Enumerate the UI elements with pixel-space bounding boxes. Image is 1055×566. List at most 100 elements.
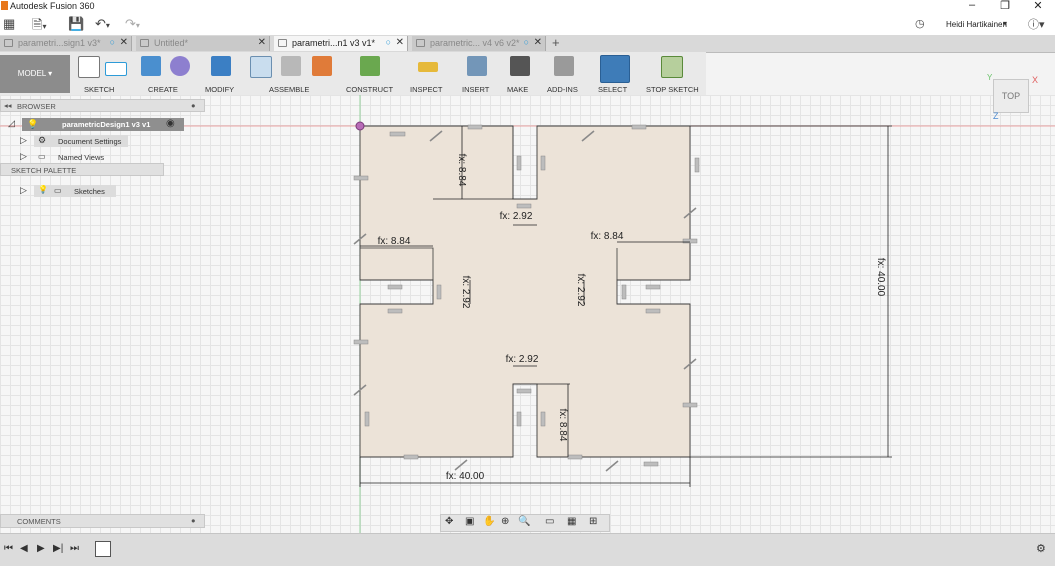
tab-label: parametri...n1 v3 v1*: [292, 38, 376, 48]
minimize-icon[interactable]: –: [962, 0, 982, 11]
viewports-icon[interactable]: ⊞: [589, 516, 597, 527]
maximize-icon[interactable]: ❐: [995, 0, 1015, 12]
scripts-addins-icon[interactable]: [554, 56, 574, 76]
insert-image-icon[interactable]: [467, 56, 487, 76]
select-cursor-icon[interactable]: [600, 55, 630, 83]
dim-overall-width: fx: 40.00: [446, 471, 485, 482]
sketch-menu-label[interactable]: SKETCH: [84, 85, 114, 94]
close-icon[interactable]: ✕: [1028, 0, 1048, 12]
collapse-panel-icon[interactable]: ◂◂: [4, 101, 12, 110]
orbit-icon[interactable]: ✥: [445, 516, 453, 527]
comments-panel-header[interactable]: COMMENTS ●: [0, 514, 205, 528]
stop-sketch-icon[interactable]: [661, 56, 683, 78]
timeline-sketch-feature-icon[interactable]: [95, 541, 111, 557]
zoom-window-icon[interactable]: ⊕: [501, 516, 509, 527]
sketch-palette-title: SKETCH PALETTE: [11, 166, 77, 175]
expand-arrow-icon[interactable]: ▷: [20, 135, 27, 146]
viewcube-axis-x: X: [1032, 75, 1039, 85]
tab-document-1[interactable]: parametri...sign1 v3* ○ ✕: [0, 36, 132, 51]
browser-item-sketches[interactable]: ▷ 💡 ▭ Sketches: [20, 185, 116, 197]
timeline-first-icon[interactable]: ⏮: [4, 543, 13, 554]
visibility-bulb-icon[interactable]: 💡: [38, 185, 48, 194]
measure-ruler-icon[interactable]: [418, 62, 438, 72]
grid-settings-icon[interactable]: ▦: [567, 516, 576, 527]
joint-icon[interactable]: [281, 56, 301, 76]
sketch-rectangle-icon[interactable]: [105, 62, 127, 76]
sketch-drawing[interactable]: fx: 8.84 fx: 2.92 fx: 8.84 fx: 8.84 fx: …: [0, 95, 1055, 533]
tab-document-4[interactable]: parametric... v4 v6 v2* ○ ✕: [412, 36, 546, 51]
select-menu-label[interactable]: SELECT: [598, 85, 627, 94]
new-component-icon[interactable]: [250, 56, 272, 78]
offset-plane-icon[interactable]: [360, 56, 380, 76]
dim-gap-left: fx: 2.92: [460, 276, 471, 309]
as-built-joint-icon[interactable]: [312, 56, 332, 76]
timeline-last-icon[interactable]: ⏭: [70, 543, 79, 554]
insert-menu-label[interactable]: INSERT: [462, 85, 489, 94]
user-name[interactable]: Heidi Hartikainen: [946, 20, 1007, 29]
timeline-previous-icon[interactable]: ◀: [20, 543, 28, 554]
timeline-play-icon[interactable]: ▶: [37, 543, 45, 554]
press-pull-icon[interactable]: [211, 56, 231, 76]
sphere-mesh-icon[interactable]: [170, 56, 190, 76]
zoom-fit-icon[interactable]: 🔍: [518, 516, 530, 527]
dim-gap-top: fx: 2.92: [500, 211, 533, 222]
timeline-settings-gear-icon[interactable]: ⚙: [1036, 542, 1046, 555]
pan-hand-icon[interactable]: ✋: [483, 516, 495, 527]
close-tab-icon[interactable]: ✕: [120, 37, 128, 48]
close-tab-icon[interactable]: ✕: [258, 37, 266, 48]
pin-panel-icon[interactable]: ●: [191, 101, 196, 110]
tab-label: parametric... v4 v6 v2*: [430, 38, 520, 48]
viewcube-axis-z: Z: [993, 111, 999, 121]
save-icon[interactable]: 💾: [68, 16, 84, 32]
extrude-box-icon[interactable]: [141, 56, 161, 76]
modify-menu-label[interactable]: MODIFY: [205, 85, 234, 94]
display-settings-icon[interactable]: ▭: [545, 516, 554, 527]
pin-panel-icon[interactable]: ●: [191, 516, 196, 525]
tab-document-2[interactable]: Untitled* ✕: [136, 36, 270, 51]
browser-panel-header[interactable]: ◂◂ BROWSER ●: [0, 99, 205, 112]
look-at-icon[interactable]: ▣: [465, 516, 474, 527]
close-tab-icon[interactable]: ✕: [396, 37, 404, 48]
workspace-switcher[interactable]: MODEL ▾: [0, 55, 70, 93]
tab-document-3-active[interactable]: parametri...n1 v3 v1* ○ ✕: [274, 36, 408, 51]
expand-triangle-icon[interactable]: ◿: [8, 118, 15, 129]
browser-item-label: Document Settings: [58, 137, 122, 146]
browser-item-document-settings[interactable]: ▷ ⚙ Document Settings: [20, 135, 128, 147]
viewcube-face-top[interactable]: TOP: [993, 79, 1029, 113]
window-title: Autodesk Fusion 360: [10, 1, 95, 11]
expand-arrow-icon[interactable]: ▷: [20, 185, 27, 196]
undo-icon[interactable]: ↶▾: [95, 16, 110, 32]
tab-label: parametri...sign1 v3*: [18, 38, 101, 48]
assemble-menu-label[interactable]: ASSEMBLE: [269, 85, 309, 94]
timeline-next-icon[interactable]: ▶|: [53, 543, 63, 554]
root-component-label: parametricDesign1 v3 v1: [62, 120, 151, 129]
expand-arrow-icon[interactable]: ▷: [20, 151, 27, 162]
visibility-bulb-icon[interactable]: 💡: [27, 119, 38, 130]
new-tab-plus-icon[interactable]: +: [552, 35, 560, 50]
dim-vertical-top: fx: 8.84: [456, 154, 467, 187]
activate-radio-icon[interactable]: ◉: [166, 118, 175, 129]
browser-item-named-views[interactable]: ▷ ▭ Named Views: [20, 151, 128, 163]
close-tab-icon[interactable]: ✕: [534, 37, 542, 48]
dim-vertical-bottom: fx: 8.84: [557, 409, 568, 442]
browser-root-node[interactable]: ◿ 💡 parametricDesign1 v3 v1 ◉: [8, 118, 184, 131]
construct-menu-label[interactable]: CONSTRUCT: [346, 85, 393, 94]
data-panel-grid-icon[interactable]: ▦: [3, 16, 15, 32]
quick-access-bar: ▦ 🗎▾ 💾 ↶▾ ↷▾ ◷ Heidi Hartikainen ▾ ⓘ▾: [0, 13, 1055, 35]
sketch-palette-header[interactable]: SKETCH PALETTE: [0, 163, 164, 176]
inspect-menu-label[interactable]: INSPECT: [410, 85, 443, 94]
tab-label: Untitled*: [154, 38, 189, 48]
redo-icon[interactable]: ↷▾: [125, 16, 140, 32]
3d-print-icon[interactable]: [510, 56, 530, 76]
document-icon: [140, 39, 149, 47]
sketch-origin-point: [355, 121, 365, 131]
user-dropdown-chevron-icon[interactable]: ▾: [1003, 19, 1007, 28]
help-icon[interactable]: ⓘ▾: [1028, 16, 1045, 32]
create-sketch-icon[interactable]: [78, 56, 100, 78]
create-menu-label[interactable]: CREATE: [148, 85, 178, 94]
make-menu-label[interactable]: MAKE: [507, 85, 528, 94]
stop-sketch-label[interactable]: STOP SKETCH: [646, 85, 699, 94]
timeline-bar: ⏮ ◀ ▶ ▶| ⏭ ⚙: [0, 533, 1055, 566]
add-ins-menu-label[interactable]: ADD-INS: [547, 85, 578, 94]
job-status-clock-icon[interactable]: ◷: [915, 17, 925, 30]
